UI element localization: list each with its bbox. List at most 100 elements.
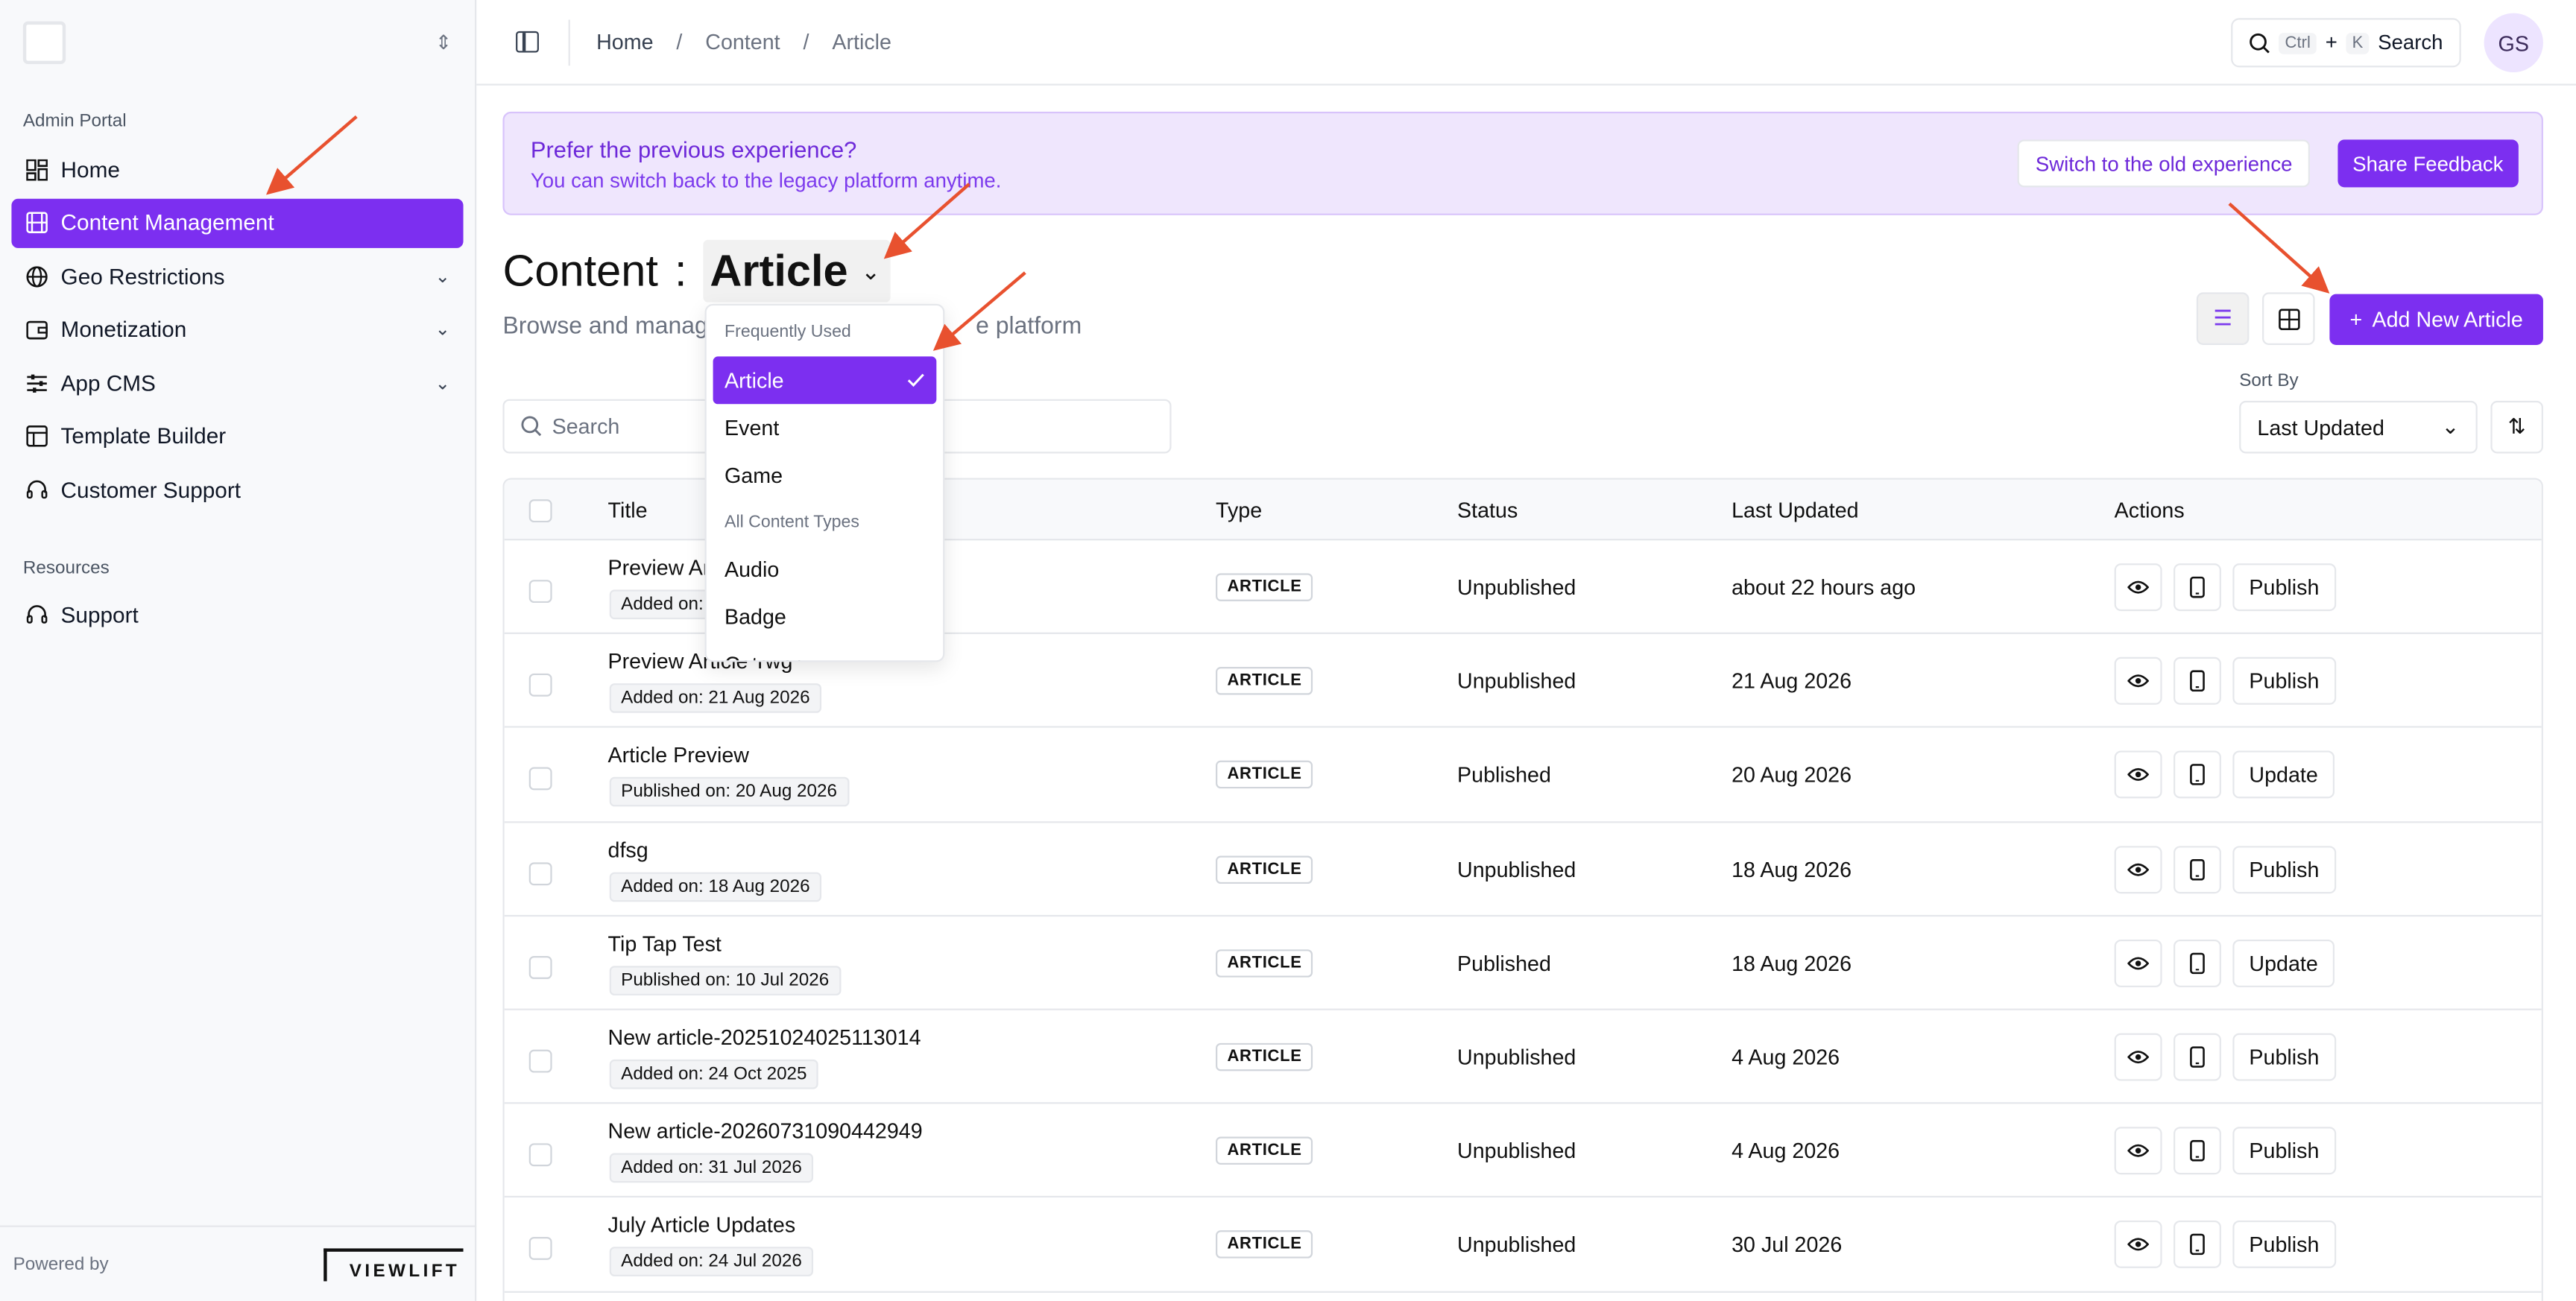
row-checkbox[interactable] xyxy=(528,767,552,791)
table-row[interactable]: Tip Tap Test Published on: 10 Jul 2026 ART… xyxy=(504,917,2542,1010)
kbd-k: K xyxy=(2345,31,2370,54)
dropdown-item-label: Article xyxy=(724,367,784,393)
preview-button[interactable] xyxy=(2114,1221,2162,1269)
column-actions: Actions xyxy=(2114,497,2185,523)
preview-button[interactable] xyxy=(2114,657,2162,706)
mobile-preview-button[interactable] xyxy=(2174,939,2221,987)
column-title[interactable]: Title xyxy=(608,498,648,522)
table-row[interactable]: Article Preview Published on: 20 Aug 2026… xyxy=(504,728,2542,823)
mobile-preview-button[interactable] xyxy=(2174,563,2221,612)
last-updated-text: about 22 hours ago xyxy=(1731,574,1916,600)
avatar[interactable]: GS xyxy=(2484,13,2543,72)
mobile-preview-button[interactable] xyxy=(2174,1221,2221,1269)
row-action-button[interactable]: Publish xyxy=(2232,845,2336,893)
sidebar-item-support[interactable]: Support xyxy=(11,591,463,640)
workspace-switcher-icon[interactable]: ⇕ xyxy=(435,31,452,54)
row-title[interactable]: dfsg xyxy=(608,837,648,861)
sidebar-item-label: Content Management xyxy=(60,210,274,235)
dropdown-item-audio[interactable]: Audio xyxy=(713,545,937,593)
mobile-preview-button[interactable] xyxy=(2174,1033,2221,1081)
sidebar-footer: Powered by VIEWLIFT xyxy=(0,1225,477,1301)
status-text: Published xyxy=(1457,762,1551,788)
preview-button[interactable] xyxy=(2114,1127,2162,1175)
row-action-button[interactable]: Update xyxy=(2232,751,2334,800)
topbar: Home / Content / Article Ctrl + K Search… xyxy=(476,0,2576,86)
sidebar-item-template-builder[interactable]: Template Builder xyxy=(11,412,463,461)
content-type-select[interactable]: Article ⌄ xyxy=(703,239,891,303)
sidebar-item-customer-support[interactable]: Customer Support xyxy=(11,466,463,515)
sort-by-select[interactable]: Last Updated ⌄ xyxy=(2239,400,2478,454)
row-action-button[interactable]: Update xyxy=(2232,939,2334,987)
row-title[interactable]: New article-20260731090442949 xyxy=(608,1119,923,1144)
dropdown-item-article[interactable]: Article xyxy=(713,356,937,405)
preview-button[interactable] xyxy=(2114,845,2162,893)
table-row[interactable]: New article-20260731090442949 Added on: 3… xyxy=(504,1104,2542,1198)
row-title[interactable]: Tip Tap Test xyxy=(608,931,722,955)
sidebar-toggle-icon[interactable] xyxy=(516,31,539,53)
mobile-preview-button[interactable] xyxy=(2174,845,2221,893)
app-logo[interactable] xyxy=(22,21,66,64)
dropdown-item-game[interactable]: Game xyxy=(713,452,937,499)
share-feedback-button[interactable]: Share Feedback xyxy=(2337,139,2519,188)
row-title[interactable]: Article Preview xyxy=(608,743,749,767)
sidebar-item-geo-restrictions[interactable]: Geo Restrictions ⌄ xyxy=(11,252,463,301)
row-checkbox[interactable] xyxy=(528,1237,552,1261)
sidebar-item-app-cms[interactable]: App CMS ⌄ xyxy=(11,358,463,408)
sort-direction-button[interactable]: ⇅ xyxy=(2490,400,2543,454)
add-new-article-button[interactable]: + Add New Article xyxy=(2329,294,2543,345)
row-action-button[interactable]: Publish xyxy=(2232,563,2336,612)
row-checkbox[interactable] xyxy=(528,1143,552,1167)
sidebar-header: ⇕ xyxy=(0,0,475,86)
sidebar-item-monetization[interactable]: Monetization ⌄ xyxy=(11,306,463,355)
row-checkbox[interactable] xyxy=(528,955,552,979)
sidebar-item-content-management[interactable]: Content Management xyxy=(11,197,464,247)
global-search-button[interactable]: Ctrl + K Search xyxy=(2230,18,2461,68)
chevron-down-icon[interactable]: ⌄ xyxy=(435,373,450,393)
row-checkbox[interactable] xyxy=(528,580,552,604)
row-action-button[interactable]: Publish xyxy=(2232,1127,2336,1175)
row-checkbox[interactable] xyxy=(528,861,552,885)
mobile-preview-button[interactable] xyxy=(2174,751,2221,800)
table-row[interactable]: July Article Updates Added on: 24 Jul 202… xyxy=(504,1198,2542,1292)
row-action-button[interactable]: Publish xyxy=(2232,1221,2336,1269)
column-type[interactable]: Type xyxy=(1216,498,1262,522)
row-action-button[interactable]: Publish xyxy=(2232,657,2336,706)
last-updated-text: 21 Aug 2026 xyxy=(1731,668,1852,694)
sidebar: ⇕ Admin Portal Home Content Management G… xyxy=(0,0,477,1301)
row-checkbox[interactable] xyxy=(528,674,552,697)
preview-button[interactable] xyxy=(2114,939,2162,987)
table-row[interactable]: dfsg Added on: 18 Aug 2026 ARTICLE Unpublis… xyxy=(504,822,2542,917)
row-title[interactable]: July Article Updates xyxy=(608,1213,796,1238)
sort-by-label: Sort By xyxy=(2239,371,2299,391)
list-view-button[interactable]: ☰ xyxy=(2196,292,2250,345)
preview-button[interactable] xyxy=(2114,563,2162,612)
grid-view-button[interactable] xyxy=(2262,292,2315,345)
column-last-updated[interactable]: Last Updated xyxy=(1731,498,1858,522)
dropdown-item-badge[interactable]: Badge xyxy=(713,593,937,641)
mobile-preview-button[interactable] xyxy=(2174,657,2221,706)
type-badge: ARTICLE xyxy=(1216,667,1314,695)
sidebar-item-home[interactable]: Home xyxy=(11,145,463,194)
headset-icon xyxy=(25,479,48,502)
preview-button[interactable] xyxy=(2114,751,2162,800)
check-icon xyxy=(907,373,924,387)
dropdown-item-event[interactable]: Event xyxy=(713,404,937,452)
chevron-down-icon[interactable]: ⌄ xyxy=(435,319,450,340)
row-title[interactable]: New article-20251024025113014 xyxy=(608,1025,921,1049)
chevron-down-icon[interactable]: ⌄ xyxy=(435,265,450,287)
row-action-button[interactable]: Publish xyxy=(2232,1033,2336,1081)
switch-old-experience-button[interactable]: Switch to the old experience xyxy=(2017,139,2311,188)
row-checkbox[interactable] xyxy=(528,1049,552,1073)
dropdown-item-category[interactable]: Category xyxy=(713,641,937,660)
breadcrumb-content[interactable]: Content xyxy=(705,30,780,54)
divider xyxy=(568,19,570,66)
row-title[interactable]: Preview Ar xyxy=(608,555,710,580)
table-row[interactable]: New article-20251024025113014 Added on: 2… xyxy=(504,1010,2542,1104)
banner-title: Prefer the previous experience? xyxy=(530,136,857,163)
preview-button[interactable] xyxy=(2114,1033,2162,1081)
status-text: Unpublished xyxy=(1457,1044,1576,1069)
column-status[interactable]: Status xyxy=(1457,498,1518,522)
mobile-preview-button[interactable] xyxy=(2174,1127,2221,1175)
select-all-checkbox[interactable] xyxy=(528,499,552,523)
breadcrumb-home[interactable]: Home xyxy=(596,30,653,54)
